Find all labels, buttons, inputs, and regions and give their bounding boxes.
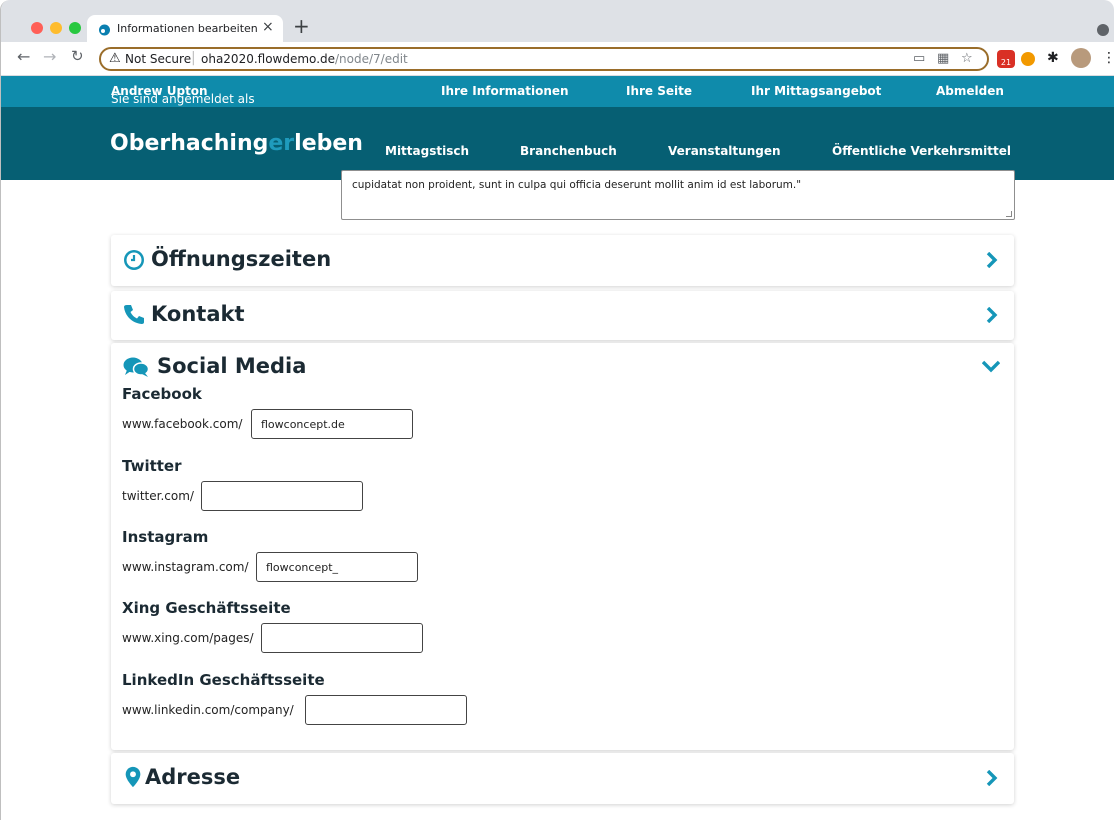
warning-triangle-icon: ⚠ <box>109 51 121 66</box>
maximize-window-button[interactable] <box>69 22 81 34</box>
panel-title-opening-hours: Öffnungszeiten <box>151 247 332 271</box>
close-window-button[interactable] <box>31 22 43 34</box>
link-ihre-seite[interactable]: Ihre Seite <box>626 84 692 98</box>
nav-oeffentliche-verkehrsmittel[interactable]: Öffentliche Verkehrsmittel <box>832 144 1011 158</box>
chevron-down-icon[interactable] <box>982 359 1000 373</box>
xing-label: Xing Geschäftsseite <box>122 599 291 617</box>
drupal-favicon-icon <box>99 24 110 36</box>
panel-opening-hours[interactable]: Öffnungszeiten <box>111 235 1014 286</box>
chevron-right-icon[interactable] <box>984 770 1000 786</box>
resize-handle[interactable] <box>1006 211 1012 217</box>
nav-veranstaltungen[interactable]: Veranstaltungen <box>668 144 781 158</box>
not-secure-label: Not Secure <box>125 52 192 66</box>
url-separator: | <box>191 50 196 66</box>
tab-close-icon[interactable]: × <box>262 19 274 35</box>
description-textarea[interactable]: cupidatat non proident, sunt in culpa qu… <box>341 170 1015 220</box>
site-logo[interactable]: Oberhachingerleben <box>110 131 363 156</box>
linkedin-label: LinkedIn Geschäftsseite <box>122 671 325 689</box>
cast-icon[interactable]: ▭ <box>913 51 925 66</box>
tab-strip: Informationen bearbeiten flowd × + <box>1 0 1114 43</box>
twitter-prefix: twitter.com/ <box>122 489 194 503</box>
map-marker-icon <box>125 766 141 788</box>
chevron-right-icon[interactable] <box>984 252 1000 268</box>
browser-tab[interactable]: Informationen bearbeiten flowd × <box>87 15 283 43</box>
extensions-puzzle-icon[interactable]: ✱ <box>1047 50 1059 66</box>
panel-contact[interactable]: Kontakt <box>111 291 1014 340</box>
facebook-input[interactable] <box>251 409 413 439</box>
xing-prefix: www.xing.com/pages/ <box>122 631 254 645</box>
nav-branchenbuch[interactable]: Branchenbuch <box>520 144 617 158</box>
twitter-label: Twitter <box>122 457 182 475</box>
browser-toolbar: ← → ↻ ⚠ Not Secure | oha2020.flowdemo.de… <box>1 42 1114 76</box>
link-ihr-mittagsangebot[interactable]: Ihr Mittagsangebot <box>751 84 881 98</box>
linkedin-input[interactable] <box>305 695 467 725</box>
chevron-right-icon[interactable] <box>984 307 1000 323</box>
browser-window: Informationen bearbeiten flowd × + ← → ↻… <box>0 0 1114 820</box>
menu-dots-icon[interactable]: ⋮ <box>1102 50 1114 66</box>
forward-arrow-icon[interactable]: → <box>43 47 56 66</box>
panel-address[interactable]: Adresse <box>111 753 1014 804</box>
new-tab-button[interactable]: + <box>293 14 310 38</box>
back-arrow-icon[interactable]: ← <box>17 47 30 66</box>
link-ihre-informationen[interactable]: Ihre Informationen <box>441 84 569 98</box>
xing-input[interactable] <box>261 623 423 653</box>
nav-mittagstisch[interactable]: Mittagstisch <box>385 144 469 158</box>
reload-icon[interactable]: ↻ <box>71 47 84 65</box>
panel-title-contact: Kontakt <box>151 302 245 326</box>
address-bar[interactable]: ⚠ Not Secure | oha2020.flowdemo.de/node/… <box>99 47 989 71</box>
profile-avatar[interactable] <box>1071 48 1091 68</box>
extension-orange-icon[interactable] <box>1021 52 1035 66</box>
description-text: cupidatat non proident, sunt in culpa qu… <box>352 179 802 191</box>
clock-icon <box>124 250 144 270</box>
instagram-prefix: www.instagram.com/ <box>122 560 249 574</box>
page-content: cupidatat non proident, sunt in culpa qu… <box>1 170 1114 820</box>
twitter-input[interactable] <box>201 481 363 511</box>
linkedin-prefix: www.linkedin.com/company/ <box>122 703 294 717</box>
facebook-prefix: www.facebook.com/ <box>122 417 243 431</box>
tab-title: Informationen bearbeiten flowd <box>117 22 257 35</box>
bookmark-star-icon[interactable]: ☆ <box>961 51 973 66</box>
phone-icon <box>124 305 144 324</box>
logged-in-text: Sie sind angemeldet als Andrew Upton <box>111 84 255 106</box>
facebook-label: Facebook <box>122 385 202 403</box>
instagram-input[interactable] <box>256 552 418 582</box>
tab-search-icon[interactable] <box>1097 24 1109 36</box>
instagram-label: Instagram <box>122 528 209 546</box>
panel-title-social-media: Social Media <box>157 354 307 378</box>
chat-bubbles-icon[interactable] <box>123 356 149 378</box>
url-text: oha2020.flowdemo.de/node/7/edit <box>201 52 408 66</box>
qr-code-icon[interactable]: ▦ <box>937 51 949 66</box>
minimize-window-button[interactable] <box>50 22 62 34</box>
user-bar: Sie sind angemeldet als Andrew Upton Ihr… <box>1 76 1114 107</box>
logout-link[interactable]: Abmelden <box>936 84 1004 98</box>
calendar-extension-icon[interactable]: 21 <box>997 50 1015 68</box>
panel-social-media: Social Media Facebook www.facebook.com/ … <box>111 343 1014 750</box>
panel-title-address: Adresse <box>145 765 241 789</box>
